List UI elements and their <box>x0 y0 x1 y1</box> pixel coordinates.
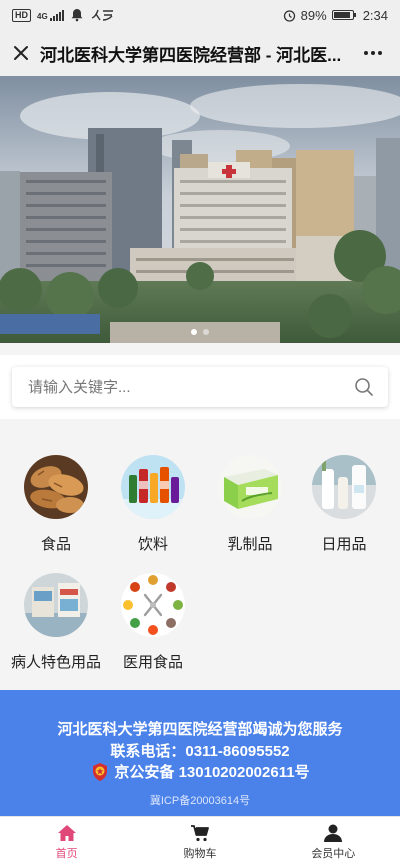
daily-goods-image <box>312 455 376 519</box>
close-icon <box>14 46 28 60</box>
category-patient-supplies[interactable]: 病人特色用品 <box>6 573 106 672</box>
tab-home[interactable]: 首页 <box>0 817 133 867</box>
drinks-image <box>121 455 185 519</box>
battery-percent: 89% <box>300 7 327 23</box>
police-record[interactable]: 京公安备 13010202002611号 <box>0 761 400 782</box>
bottom-tab-bar: 首页 购物车 会员中心 <box>0 816 400 867</box>
search-input[interactable] <box>28 378 354 396</box>
category-grid: 食品 饮料 乳制品 日用品 病人特色用品 医用食品 <box>0 431 400 690</box>
status-right: 89% 2:34 <box>283 8 388 23</box>
page-title: 河北医科大学第四医院经营部 - 河北医... <box>40 45 342 65</box>
bread-image <box>24 455 88 519</box>
contact-phone[interactable]: 联系电话：0311-86095552 <box>0 740 400 761</box>
category-drinks[interactable]: 饮料 <box>103 455 203 554</box>
battery-icon <box>331 10 356 20</box>
carousel-dot[interactable] <box>191 329 197 335</box>
icp-record[interactable]: 冀ICP备20003614号 <box>0 792 400 808</box>
category-food[interactable]: 食品 <box>6 455 106 554</box>
carousel-indicators <box>0 329 400 335</box>
service-slogan: 河北医科大学第四医院经营部竭诚为您服务 <box>57 721 343 738</box>
search-icon[interactable] <box>354 377 374 397</box>
police-badge-icon <box>93 762 108 781</box>
hd-badge: HD <box>12 8 31 22</box>
signal-icon: 4G <box>37 9 64 21</box>
notification-bell-icon <box>71 9 83 22</box>
hospital-photo <box>0 76 400 343</box>
status-bar: HD 4G 89% 2:34 <box>0 0 400 30</box>
cart-icon <box>190 824 209 841</box>
milk-carton-image <box>218 455 282 519</box>
tab-label: 首页 <box>55 847 78 860</box>
tab-member-center[interactable]: 会员中心 <box>267 817 400 867</box>
category-medical-food[interactable]: 医用食品 <box>103 573 203 672</box>
category-label: 医用食品 <box>122 654 183 671</box>
medical-food-image <box>121 573 185 637</box>
category-label: 乳制品 <box>227 536 273 553</box>
more-dots-icon <box>364 51 382 55</box>
carousel-dot[interactable] <box>203 329 209 335</box>
network-type: 4G <box>37 11 48 21</box>
alarm-icon <box>283 9 295 22</box>
patient-supplies-image <box>24 573 88 637</box>
category-daily-goods[interactable]: 日用品 <box>294 455 394 554</box>
category-label: 病人特色用品 <box>10 654 101 671</box>
category-label: 食品 <box>40 536 71 553</box>
search-section <box>0 355 400 419</box>
tab-cart[interactable]: 购物车 <box>133 817 266 867</box>
tab-label: 会员中心 <box>311 847 356 860</box>
more-button[interactable] <box>356 38 390 68</box>
footer-info: 河北医科大学第四医院经营部竭诚为您服务 联系电话：0311-86095552 京… <box>0 690 400 816</box>
clock: 2:34 <box>362 7 388 23</box>
category-label: 饮料 <box>137 536 168 553</box>
close-button[interactable] <box>10 42 32 64</box>
user-icon <box>324 824 343 842</box>
category-label: 日用品 <box>321 536 367 553</box>
app-notification-icon <box>91 9 113 21</box>
category-dairy[interactable]: 乳制品 <box>200 455 300 554</box>
title-bar: 河北医科大学第四医院经营部 - 河北医... <box>0 30 400 76</box>
police-record-text: 京公安备 13010202002611号 <box>114 764 310 781</box>
home-icon <box>57 824 76 841</box>
banner-carousel[interactable] <box>0 76 400 343</box>
tab-label: 购物车 <box>183 847 217 860</box>
status-left: HD 4G <box>12 8 116 22</box>
search-box[interactable] <box>12 367 388 407</box>
